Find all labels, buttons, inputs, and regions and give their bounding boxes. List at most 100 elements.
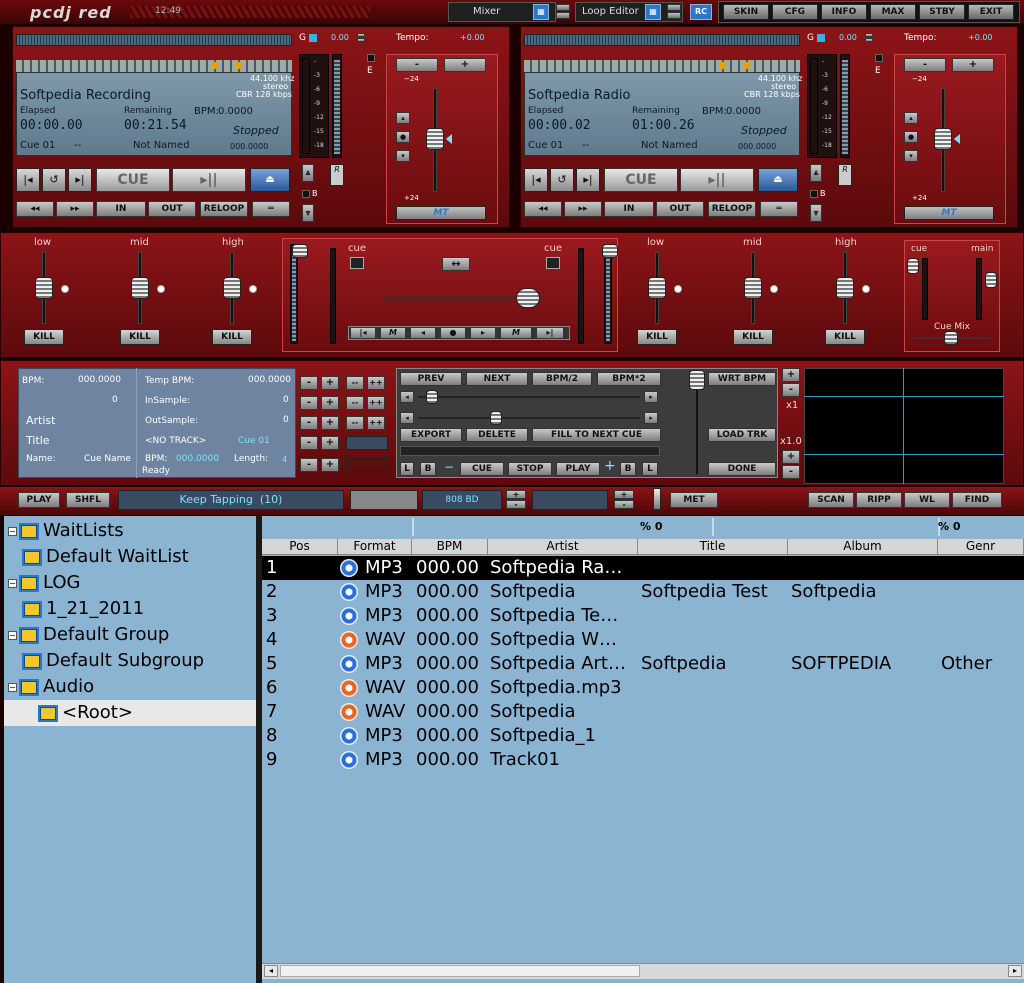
keep-tapping-display[interactable]: Keep Tapping (10) bbox=[118, 490, 344, 510]
next-button[interactable]: NEXT bbox=[466, 372, 528, 386]
deck-a-tempo-plus-button[interactable]: + bbox=[444, 58, 486, 72]
eq-a-mid-knob[interactable] bbox=[131, 277, 149, 299]
table-row[interactable]: 5 MP3 000.00 Softpedia Art… Softpedia SOFTPED… bbox=[262, 652, 1024, 676]
loop2-knob[interactable] bbox=[490, 411, 502, 425]
deck-a-mt-button[interactable]: MT bbox=[396, 206, 486, 220]
tree-item[interactable]: Default Subgroup bbox=[22, 648, 204, 674]
deck-a-in-button[interactable]: IN bbox=[96, 201, 146, 217]
deck-b-next-track-button[interactable]: ▸| bbox=[576, 168, 600, 192]
deck-b-pitch-down-button[interactable]: ▾ bbox=[904, 150, 918, 162]
mixer-plus-button[interactable] bbox=[556, 4, 570, 11]
volume-minus-button[interactable]: - bbox=[614, 500, 634, 509]
deck-a-menu-button[interactable]: ═ bbox=[252, 201, 290, 217]
scroll-thumb[interactable] bbox=[280, 965, 640, 977]
deck-b-up-button[interactable]: ⩓ bbox=[810, 164, 822, 182]
sampler-controls[interactable] bbox=[350, 490, 418, 510]
export-button[interactable]: EXPORT bbox=[400, 428, 462, 442]
cf-left-button[interactable]: ◂ bbox=[410, 327, 436, 339]
deck-a-gain-down[interactable] bbox=[357, 38, 365, 42]
eq-b-low-knob[interactable] bbox=[648, 277, 666, 299]
zoom-in-button[interactable]: + bbox=[782, 368, 800, 382]
deck-b-r-button[interactable]: R bbox=[838, 164, 852, 186]
deck-b-cue-button[interactable]: CUE bbox=[604, 168, 678, 192]
table-row[interactable]: 9 MP3 000.00 Track01 bbox=[262, 748, 1024, 772]
scroll-left-icon[interactable]: ◂ bbox=[264, 965, 278, 977]
loop-b2-button[interactable]: B bbox=[620, 462, 636, 476]
cf-center-button[interactable]: ● bbox=[440, 327, 466, 339]
deck-a-pitch-up-button[interactable]: ▴ bbox=[396, 112, 410, 124]
loop-pitch-knob[interactable] bbox=[689, 370, 705, 390]
loop-play-button[interactable]: PLAY bbox=[556, 462, 600, 476]
delete-button[interactable]: DELETE bbox=[466, 428, 528, 442]
deck-b-out-button[interactable]: OUT bbox=[656, 201, 704, 217]
channel-a-volume-fader[interactable] bbox=[292, 244, 308, 258]
cf-end-button[interactable]: ▸| bbox=[536, 327, 564, 339]
eq-a-high-knob[interactable] bbox=[223, 277, 241, 299]
loop-minus-button[interactable] bbox=[667, 12, 681, 19]
column-header[interactable]: Title bbox=[638, 539, 788, 555]
loop-row0-mm-button[interactable]: -- bbox=[346, 376, 364, 390]
loop-row1-minus-button[interactable]: - bbox=[300, 396, 318, 410]
table-row[interactable]: 7 WAV 000.00 Softpedia bbox=[262, 700, 1024, 724]
loop-l-button[interactable]: L bbox=[400, 462, 414, 476]
fill-to-next-cue-button[interactable]: FILL TO NEXT CUE bbox=[532, 428, 661, 442]
cf-m-left-button[interactable]: M bbox=[380, 327, 406, 339]
mixer-grid-icon[interactable]: ▦ bbox=[533, 4, 549, 20]
deck-a-tempo-minus-button[interactable]: - bbox=[396, 58, 438, 72]
stby-button[interactable]: STBY bbox=[919, 4, 965, 20]
table-row[interactable]: 2 MP3 000.00 Softpedia Softpedia Test Softped… bbox=[262, 580, 1024, 604]
loop-minus-icon[interactable]: − bbox=[444, 460, 454, 474]
tree-item[interactable]: − LOG bbox=[8, 570, 81, 596]
loop1-knob[interactable] bbox=[426, 390, 438, 404]
deck-a-pitch-reset-button[interactable]: ● bbox=[396, 131, 410, 143]
deck-b-rewind-button[interactable]: ◂◂ bbox=[524, 201, 562, 217]
deck-b-forward-button[interactable]: ▸▸ bbox=[564, 201, 602, 217]
column-header[interactable]: Genr bbox=[938, 539, 1024, 555]
tree-collapse-icon[interactable]: − bbox=[8, 682, 17, 692]
cue-b-toggle[interactable] bbox=[546, 257, 560, 269]
tree-item[interactable]: 1_21_2011 bbox=[22, 596, 144, 622]
loop2-left-button[interactable]: ◂ bbox=[400, 412, 414, 424]
done-button[interactable]: DONE bbox=[708, 462, 776, 476]
cue-a-toggle[interactable] bbox=[350, 257, 364, 269]
tree-item[interactable]: − Default Group bbox=[8, 622, 169, 648]
scroll-right-icon[interactable]: ▸ bbox=[1008, 965, 1022, 977]
deck-a-pitch-down-button[interactable]: ▾ bbox=[396, 150, 410, 162]
deck-a-prev-track-button[interactable]: |◂ bbox=[16, 168, 40, 192]
tree-collapse-icon[interactable]: − bbox=[8, 630, 17, 640]
volume-plus-button[interactable]: + bbox=[614, 490, 634, 499]
met-button[interactable]: MET bbox=[670, 492, 718, 508]
vzoom-in-button[interactable]: + bbox=[782, 450, 800, 464]
cf-m-right-button[interactable]: M bbox=[500, 327, 532, 339]
loop-row0-pp-button[interactable]: ++ bbox=[367, 376, 385, 390]
deck-a-gain-up[interactable] bbox=[357, 33, 365, 37]
deck-b-gain-up[interactable] bbox=[865, 33, 873, 37]
mixer-minus-button[interactable] bbox=[556, 12, 570, 19]
tree-item[interactable]: Default WaitList bbox=[22, 544, 189, 570]
loop-row1-plus-button[interactable]: + bbox=[321, 396, 339, 410]
column-header[interactable]: Artist bbox=[488, 539, 638, 555]
eq-b-high-knob[interactable] bbox=[836, 277, 854, 299]
table-row[interactable]: 3 MP3 000.00 Softpedia Te… bbox=[262, 604, 1024, 628]
loop-grid-icon[interactable]: ▦ bbox=[645, 4, 661, 20]
column-header[interactable]: Pos bbox=[262, 539, 338, 555]
eq-a-low-kill-button[interactable]: KILL bbox=[24, 329, 64, 345]
loop-row2-minus-button[interactable]: - bbox=[300, 416, 318, 430]
play-button[interactable]: PLAY bbox=[18, 492, 60, 508]
loop-l2-button[interactable]: L bbox=[642, 462, 658, 476]
deck-b-gain-down[interactable] bbox=[865, 38, 873, 42]
deck-b-repeat-button[interactable]: ↺ bbox=[550, 168, 574, 192]
library-tree[interactable]: − WaitLists Default WaitList − LOG 1_21_2011−… bbox=[4, 516, 256, 983]
sample-minus-button[interactable]: - bbox=[506, 500, 526, 509]
find-button[interactable]: FIND bbox=[952, 492, 1002, 508]
info-button[interactable]: INFO bbox=[821, 4, 867, 20]
deck-b-play-pause-button[interactable]: ▸|| bbox=[680, 168, 754, 192]
deck-a-tempo-fader[interactable] bbox=[426, 128, 444, 150]
loop-row2-mm-button[interactable]: -- bbox=[346, 416, 364, 430]
tree-collapse-icon[interactable]: − bbox=[8, 578, 17, 588]
deck-b-menu-button[interactable]: ═ bbox=[760, 201, 798, 217]
eq-a-high-kill-button[interactable]: KILL bbox=[212, 329, 252, 345]
deck-a-waveform-overview[interactable] bbox=[16, 34, 292, 46]
loop-b-button[interactable]: B bbox=[420, 462, 436, 476]
cf-start-button[interactable]: |◂ bbox=[350, 327, 376, 339]
